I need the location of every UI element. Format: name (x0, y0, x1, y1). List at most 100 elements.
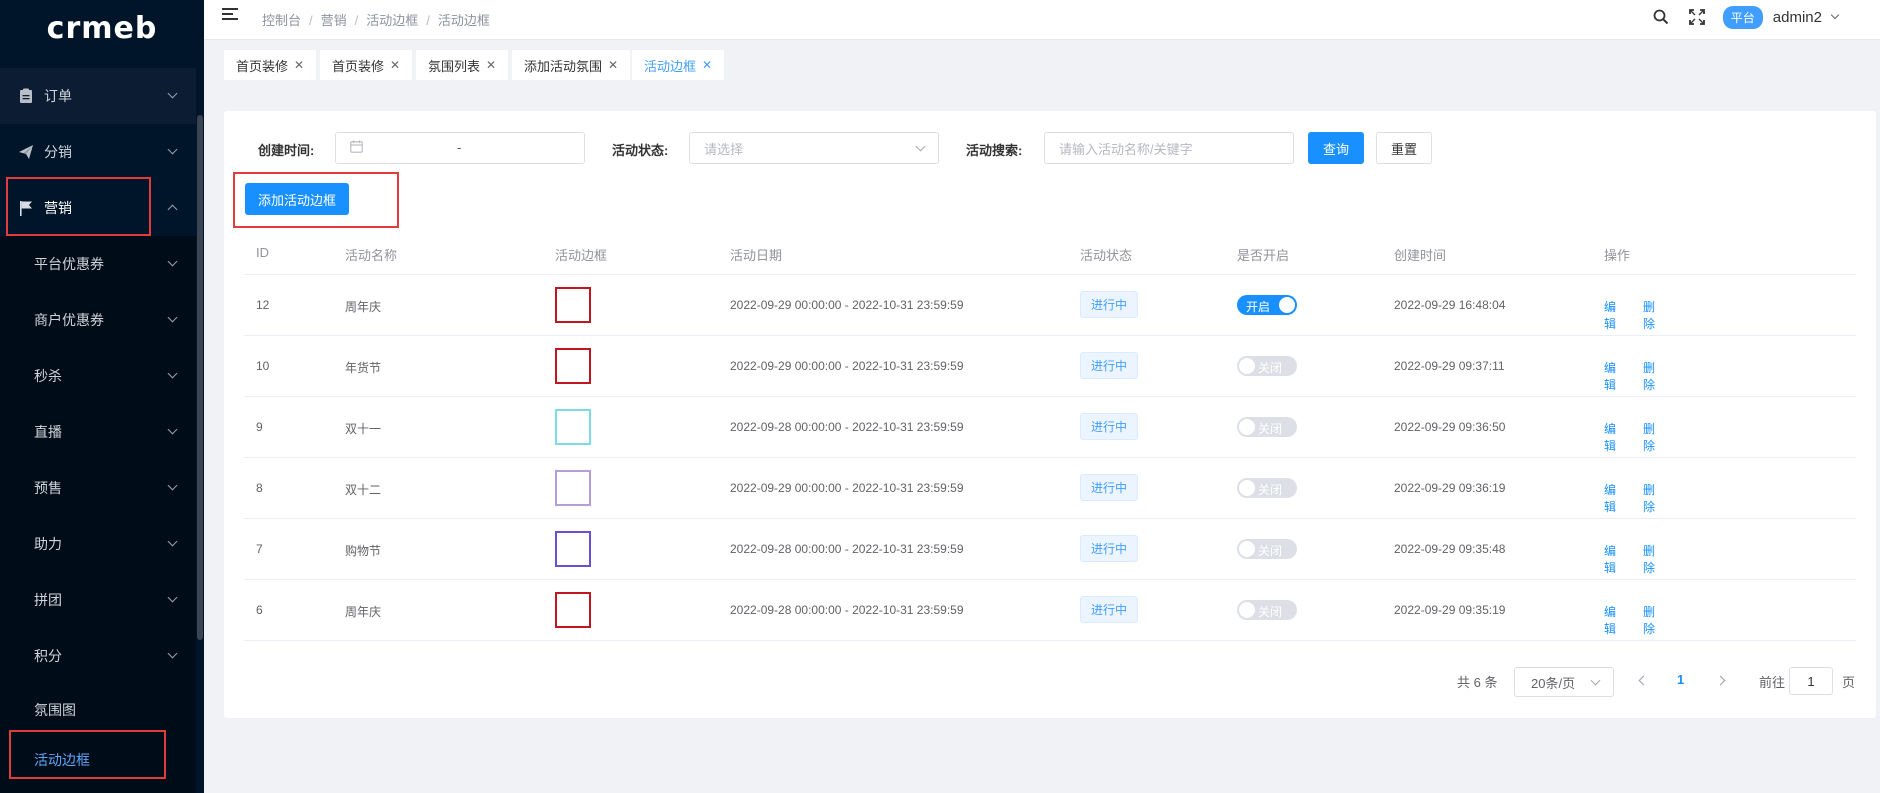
delete-link[interactable]: 删除 (1643, 298, 1655, 332)
page-number-current[interactable]: 1 (1677, 672, 1684, 687)
sidebar-item-group-buy[interactable]: 拼团 (0, 572, 196, 628)
enable-toggle[interactable]: 关闭 (1237, 600, 1297, 620)
delete-link[interactable]: 删除 (1643, 542, 1655, 576)
cell-created: 2022-09-29 09:36:50 (1394, 420, 1506, 434)
breadcrumb-item[interactable]: 活动边框 (366, 13, 418, 28)
sidebar-item-activity-frame[interactable]: 活动边框 (0, 732, 196, 788)
chevron-right-icon[interactable] (1715, 675, 1726, 686)
cell-id: 8 (256, 481, 263, 495)
status-badge: 进行中 (1080, 535, 1138, 562)
close-icon[interactable]: ✕ (486, 58, 496, 72)
status-badge: 进行中 (1080, 413, 1138, 440)
enable-toggle[interactable]: 关闭 (1237, 356, 1297, 376)
close-icon[interactable]: ✕ (608, 58, 618, 72)
edit-link[interactable]: 编辑 (1604, 420, 1616, 454)
breadcrumb: 控制台 / 营销 / 活动边框 / 活动边框 (262, 13, 490, 28)
sidebar-item-assist[interactable]: 助力 (0, 516, 196, 572)
cell-id: 12 (256, 298, 270, 312)
close-icon[interactable]: ✕ (390, 58, 400, 72)
date-range-picker[interactable]: - (335, 132, 585, 164)
sidebar-item-presale[interactable]: 预售 (0, 460, 196, 516)
sidebar-item-orders[interactable]: 订单 (0, 68, 196, 124)
tab-atmosphere-list[interactable]: 氛围列表 ✕ (416, 50, 509, 80)
search-input[interactable]: 请输入活动名称/关键字 (1044, 132, 1294, 164)
toggle-knob (1239, 419, 1255, 435)
enable-toggle[interactable]: 开启 (1237, 295, 1297, 315)
close-icon[interactable]: ✕ (702, 58, 712, 72)
edit-link[interactable]: 编辑 (1604, 542, 1616, 576)
sidebar-item-label: 平台优惠券 (34, 256, 104, 272)
sidebar-item-platform-coupon[interactable]: 平台优惠券 (0, 236, 196, 292)
goto-label: 前往 (1759, 675, 1786, 690)
delete-link[interactable]: 删除 (1643, 481, 1655, 515)
page-size-select[interactable]: 20条/页 (1514, 667, 1614, 697)
breadcrumb-item[interactable]: 控制台 (262, 13, 301, 28)
menu-toggle-icon[interactable] (222, 8, 240, 24)
toggle-knob (1279, 297, 1295, 313)
sidebar-item-distribution[interactable]: 分销 (0, 124, 196, 180)
chevron-left-icon[interactable] (1638, 675, 1649, 686)
main-card: 创建时间: - 活动状态: 请选择 活动搜索: 请输入活动名称/关键字 查询 重… (224, 111, 1876, 718)
chevron-down-icon (167, 480, 178, 491)
status-badge: 进行中 (1080, 291, 1138, 318)
cell-name: 周年庆 (345, 300, 382, 314)
edit-link[interactable]: 编辑 (1604, 603, 1616, 637)
delete-link[interactable]: 删除 (1643, 420, 1655, 454)
chevron-up-icon (167, 204, 178, 215)
username: admin2 (1772, 8, 1822, 26)
chevron-down-icon (167, 312, 178, 323)
tags-view: 首页装修 ✕ 首页装修 ✕ 氛围列表 ✕ 添加活动氛围 ✕ 活动边框 ✕ (204, 40, 1880, 83)
status-select[interactable]: 请选择 (689, 132, 939, 164)
sidebar-item-label: 活动边框 (34, 752, 90, 768)
fullscreen-icon[interactable] (1687, 7, 1707, 27)
reset-button[interactable]: 重置 (1376, 132, 1432, 164)
col-header-created: 创建时间 (1394, 248, 1447, 263)
clipboard-icon (18, 88, 34, 104)
cell-id: 6 (256, 603, 263, 617)
goto-page-input[interactable]: 1 (1789, 667, 1833, 695)
delete-link[interactable]: 删除 (1643, 603, 1655, 637)
delete-link[interactable]: 删除 (1643, 359, 1655, 393)
tab-add-atmosphere[interactable]: 添加活动氛围 ✕ (512, 50, 631, 80)
close-icon[interactable]: ✕ (294, 58, 304, 72)
sidebar-scrollbar[interactable] (197, 115, 203, 640)
enable-toggle[interactable]: 关闭 (1237, 478, 1297, 498)
cell-name: 周年庆 (345, 605, 382, 619)
tab-label: 首页装修 (236, 58, 289, 74)
frame-thumbnail (555, 287, 591, 323)
search-placeholder: 请输入活动名称/关键字 (1059, 141, 1193, 157)
toggle-knob (1239, 480, 1255, 496)
top-header: 控制台 / 营销 / 活动边框 / 活动边框 平台 admin2 (204, 0, 1880, 40)
status-badge: 进行中 (1080, 352, 1138, 379)
sidebar-item-marketing[interactable]: 营销 (0, 180, 196, 236)
tab-label: 添加活动氛围 (524, 58, 603, 74)
cell-created: 2022-09-29 09:35:19 (1394, 603, 1506, 617)
sidebar-item-label: 氛围图 (34, 702, 76, 718)
sidebar-item-merchant-coupon[interactable]: 商户优惠券 (0, 292, 196, 348)
tab-label: 首页装修 (332, 58, 385, 74)
enable-toggle[interactable]: 关闭 (1237, 417, 1297, 437)
query-button[interactable]: 查询 (1308, 132, 1364, 164)
breadcrumb-item[interactable]: 营销 (321, 13, 347, 28)
sidebar-item-points[interactable]: 积分 (0, 628, 196, 684)
user-menu[interactable]: admin2 (1772, 8, 1840, 26)
col-header-frame: 活动边框 (555, 248, 608, 263)
search-icon[interactable] (1651, 7, 1671, 27)
status-badge: 进行中 (1080, 474, 1138, 501)
add-activity-frame-button[interactable]: 添加活动边框 (245, 183, 349, 215)
tab-activity-frame[interactable]: 活动边框 ✕ (632, 50, 725, 80)
sidebar-item-flash-sale[interactable]: 秒杀 (0, 348, 196, 404)
platform-badge[interactable]: 平台 (1722, 5, 1763, 29)
chevron-down-icon (167, 144, 178, 155)
edit-link[interactable]: 编辑 (1604, 481, 1616, 515)
tab-home-decoration-1[interactable]: 首页装修 ✕ (224, 50, 317, 80)
edit-link[interactable]: 编辑 (1604, 298, 1616, 332)
tab-home-decoration-2[interactable]: 首页装修 ✕ (320, 50, 413, 80)
status-select-placeholder: 请选择 (704, 141, 744, 157)
sidebar-item-live[interactable]: 直播 (0, 404, 196, 460)
cell-created: 2022-09-29 09:36:19 (1394, 481, 1506, 495)
sidebar-item-atmosphere[interactable]: 氛围图 (0, 682, 196, 738)
cell-created: 2022-09-29 09:35:48 (1394, 542, 1506, 556)
edit-link[interactable]: 编辑 (1604, 359, 1616, 393)
enable-toggle[interactable]: 关闭 (1237, 539, 1297, 559)
